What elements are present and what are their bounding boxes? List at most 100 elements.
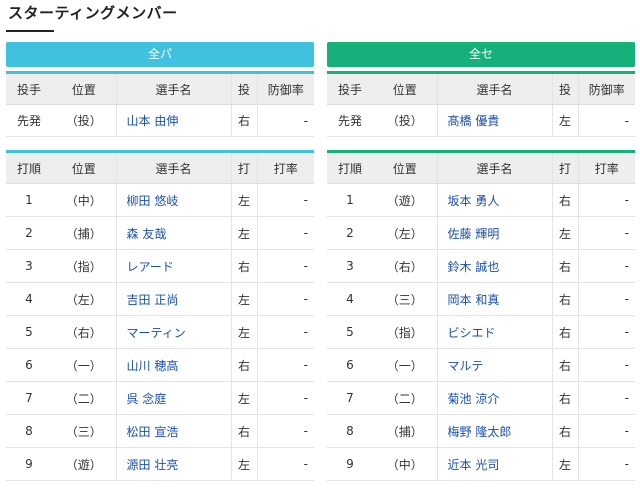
pitcher-era: -: [257, 104, 314, 137]
col-header-bats: 打: [230, 151, 258, 184]
pitcher-role: 先発: [327, 104, 373, 137]
fielding-position: （右）: [373, 249, 437, 283]
col-header-throws: 投: [230, 72, 258, 105]
player-link[interactable]: 近本 光司: [436, 447, 552, 481]
batting-hand: 左: [551, 216, 579, 250]
fielding-position: （中）: [52, 183, 116, 217]
col-header-bats: 打: [551, 151, 579, 184]
player-link[interactable]: マルテ: [436, 348, 552, 382]
lineup-row: 1 （遊） 坂本 勇人右 -: [327, 183, 635, 217]
player-link[interactable]: 鈴木 誠也: [436, 249, 552, 283]
col-header-position: 位置: [52, 72, 116, 105]
player-link[interactable]: 柳田 悠岐: [115, 183, 231, 217]
batting-hand: 左: [230, 447, 258, 481]
fielding-position: （指）: [52, 249, 116, 283]
col-header-era: 防御率: [578, 72, 635, 105]
player-link[interactable]: 山川 穂高: [115, 348, 231, 382]
pitcher-header-row: 投手 位置 選手名 投 防御率: [327, 72, 635, 105]
fielding-position: （遊）: [373, 183, 437, 217]
lineup-row: 5 （指） ビシエド右 -: [327, 315, 635, 349]
player-link[interactable]: 山本 由伸: [115, 104, 231, 137]
lineup-row: 4 （三） 岡本 和真右 -: [327, 282, 635, 316]
title-underline: [6, 30, 54, 32]
batting-order: 6: [6, 348, 52, 382]
page-title: スターティングメンバー: [8, 4, 178, 22]
batting-average: -: [578, 282, 635, 316]
fielding-position: （一）: [373, 348, 437, 382]
player-link[interactable]: ビシエド: [436, 315, 552, 349]
batting-hand: 右: [230, 348, 258, 382]
lineup-row: 5 （右） マーティン左 -: [6, 315, 314, 349]
pitcher-era: -: [578, 104, 635, 137]
fielding-position: （指）: [373, 315, 437, 349]
player-link[interactable]: マーティン: [115, 315, 231, 349]
batting-order: 3: [6, 249, 52, 283]
batting-hand: 左: [230, 183, 258, 217]
player-link[interactable]: 吉田 正尚: [115, 282, 231, 316]
batting-hand: 右: [230, 414, 258, 448]
pitcher-header-row: 投手 位置 選手名 投 防御率: [6, 72, 314, 105]
batting-order: 6: [327, 348, 373, 382]
col-header-avg: 打率: [578, 151, 635, 184]
fielding-position: （三）: [373, 282, 437, 316]
player-link[interactable]: 岡本 和真: [436, 282, 552, 316]
team-section-central: 全セ 投手 位置 選手名 投 防御率 先発 （投） 髙橋 優貴 左 - 打順 位…: [327, 42, 635, 481]
batting-hand: 右: [230, 249, 258, 283]
lineup-row: 9 （中） 近本 光司左 -: [327, 447, 635, 481]
col-header-player: 選手名: [115, 72, 231, 105]
player-link[interactable]: 佐藤 輝明: [436, 216, 552, 250]
fielding-position: （二）: [52, 381, 116, 415]
player-link[interactable]: 坂本 勇人: [436, 183, 552, 217]
col-header-position: 位置: [373, 151, 437, 184]
batting-hand: 右: [551, 183, 579, 217]
player-link[interactable]: 梅野 隆太郎: [436, 414, 552, 448]
batting-average: -: [257, 381, 314, 415]
team-header-pacific: 全パ: [6, 42, 314, 67]
batting-order: 3: [327, 249, 373, 283]
player-link[interactable]: 源田 壮亮: [115, 447, 231, 481]
player-link[interactable]: 髙橋 優貴: [436, 104, 552, 137]
batting-order: 8: [327, 414, 373, 448]
pitcher-throws: 右: [230, 104, 258, 137]
batting-hand: 左: [230, 282, 258, 316]
batting-average: -: [578, 381, 635, 415]
lineup-row: 1 （中） 柳田 悠岐左 -: [6, 183, 314, 217]
lineup-table-central: 打順 位置 選手名 打 打率 1 （遊） 坂本 勇人右 -2 （左） 佐藤 輝明左 -3 （右…: [327, 150, 635, 481]
batting-order: 7: [327, 381, 373, 415]
col-header-player: 選手名: [436, 72, 552, 105]
batting-average: -: [578, 315, 635, 349]
col-header-avg: 打率: [257, 151, 314, 184]
lineup-row: 7 （二）呉 念庭左 -: [6, 381, 314, 415]
batting-average: -: [578, 216, 635, 250]
batting-order: 9: [327, 447, 373, 481]
batting-average: -: [578, 447, 635, 481]
batting-order: 4: [327, 282, 373, 316]
lineup-row: 7 （二） 菊池 涼介右 -: [327, 381, 635, 415]
player-link[interactable]: レアード: [115, 249, 231, 283]
fielding-position: （右）: [52, 315, 116, 349]
batting-hand: 右: [551, 381, 579, 415]
batting-average: -: [257, 414, 314, 448]
lineup-row: 8 （三） 松田 宣浩右 -: [6, 414, 314, 448]
batting-average: -: [257, 348, 314, 382]
pitcher-throws: 左: [551, 104, 579, 137]
player-link[interactable]: 呉 念庭: [115, 381, 231, 415]
fielding-position: （三）: [52, 414, 116, 448]
batting-order: 9: [6, 447, 52, 481]
pitcher-row: 先発 （投） 山本 由伸 右 -: [6, 104, 314, 137]
batting-hand: 左: [551, 447, 579, 481]
col-header-position: 位置: [52, 151, 116, 184]
pitcher-row: 先発 （投） 髙橋 優貴 左 -: [327, 104, 635, 137]
player-link[interactable]: 森 友哉: [115, 216, 231, 250]
batting-order: 1: [6, 183, 52, 217]
lineup-row: 3 （指） レアード右 -: [6, 249, 314, 283]
batting-average: -: [257, 216, 314, 250]
lineup-body-pacific: 1 （中） 柳田 悠岐左 -2 （捕）森 友哉左 -3 （指） レアード右 -4 （左） 吉田 正尚…: [6, 183, 314, 481]
pitcher-table-pacific: 投手 位置 選手名 投 防御率 先発 （投） 山本 由伸 右 -: [6, 71, 314, 137]
fielding-position: （左）: [373, 216, 437, 250]
batting-average: -: [257, 447, 314, 481]
lineup-row: 8 （捕） 梅野 隆太郎右 -: [327, 414, 635, 448]
lineup-row: 3 （右） 鈴木 誠也右 -: [327, 249, 635, 283]
player-link[interactable]: 菊池 涼介: [436, 381, 552, 415]
player-link[interactable]: 松田 宣浩: [115, 414, 231, 448]
